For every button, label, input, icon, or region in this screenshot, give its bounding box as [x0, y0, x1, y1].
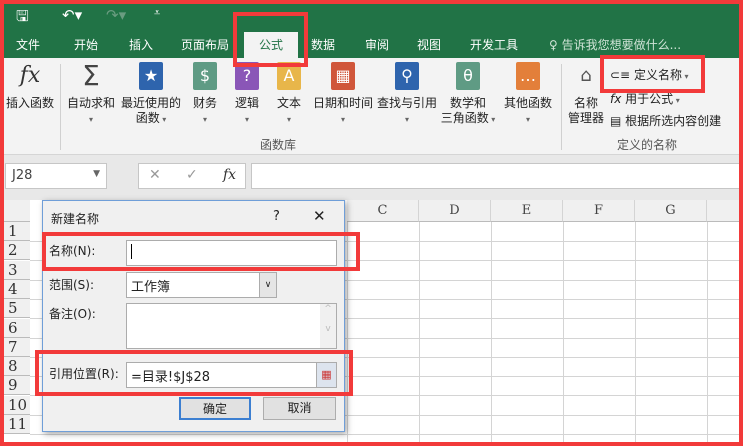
- highlight-formulas-tab: [233, 12, 308, 67]
- highlight-define-name: [600, 55, 705, 93]
- highlight-name-field: [42, 232, 360, 271]
- highlight-refers-to-field: [35, 350, 353, 396]
